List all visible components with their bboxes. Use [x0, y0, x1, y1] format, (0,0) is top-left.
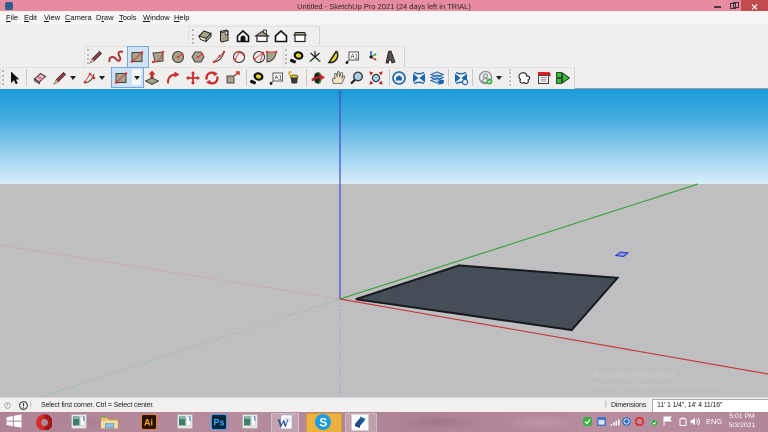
svg-text:S: S [319, 416, 327, 430]
svg-text:Ps: Ps [214, 418, 225, 428]
svg-text:A1: A1 [351, 55, 359, 61]
svg-text:A1: A1 [275, 76, 283, 82]
svg-text:Ai: Ai [144, 418, 153, 428]
svg-text:W: W [277, 416, 289, 430]
svg-text:Go to PC settings to activate: Go to PC settings to activate Windows. [593, 381, 723, 390]
svg-text:Activate Windows: Activate Windows [593, 369, 676, 381]
